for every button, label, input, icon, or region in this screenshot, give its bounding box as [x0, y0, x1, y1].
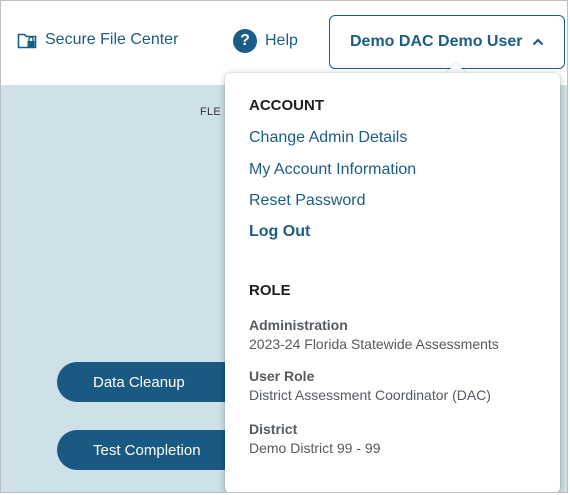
- user-role-label: User Role: [249, 368, 315, 384]
- chevron-up-icon: [533, 38, 544, 46]
- user-dropdown-menu: ACCOUNT Change Admin Details My Account …: [225, 73, 560, 492]
- district-value: Demo District 99 - 99: [249, 440, 381, 456]
- administration-value: 2023-24 Florida Statewide Assessments: [249, 336, 499, 352]
- reset-password-link[interactable]: Reset Password: [249, 192, 366, 210]
- folder-lock-icon: [17, 33, 37, 49]
- user-role-value: District Assessment Coordinator (DAC): [249, 387, 491, 403]
- account-heading: ACCOUNT: [249, 97, 324, 114]
- role-heading: ROLE: [249, 282, 291, 299]
- user-menu-button[interactable]: Demo DAC Demo User: [329, 15, 565, 69]
- app-frame: Secure File Center ? Help Demo DAC Demo …: [0, 0, 568, 493]
- administration-label: Administration: [249, 317, 348, 333]
- help-icon: ?: [233, 29, 257, 53]
- test-completion-label: Test Completion: [93, 441, 201, 459]
- partial-heading-text: FLE: [200, 106, 222, 118]
- secure-file-center-label: Secure File Center: [45, 31, 179, 48]
- district-label: District: [249, 421, 298, 437]
- my-account-information-link[interactable]: My Account Information: [249, 161, 416, 179]
- help-link[interactable]: ? Help: [233, 29, 298, 53]
- data-cleanup-label: Data Cleanup: [93, 373, 185, 391]
- log-out-link[interactable]: Log Out: [249, 223, 310, 241]
- help-label: Help: [265, 32, 298, 49]
- change-admin-details-link[interactable]: Change Admin Details: [249, 129, 407, 147]
- user-name-label: Demo DAC Demo User: [350, 33, 523, 50]
- secure-file-center-link[interactable]: Secure File Center: [17, 31, 178, 49]
